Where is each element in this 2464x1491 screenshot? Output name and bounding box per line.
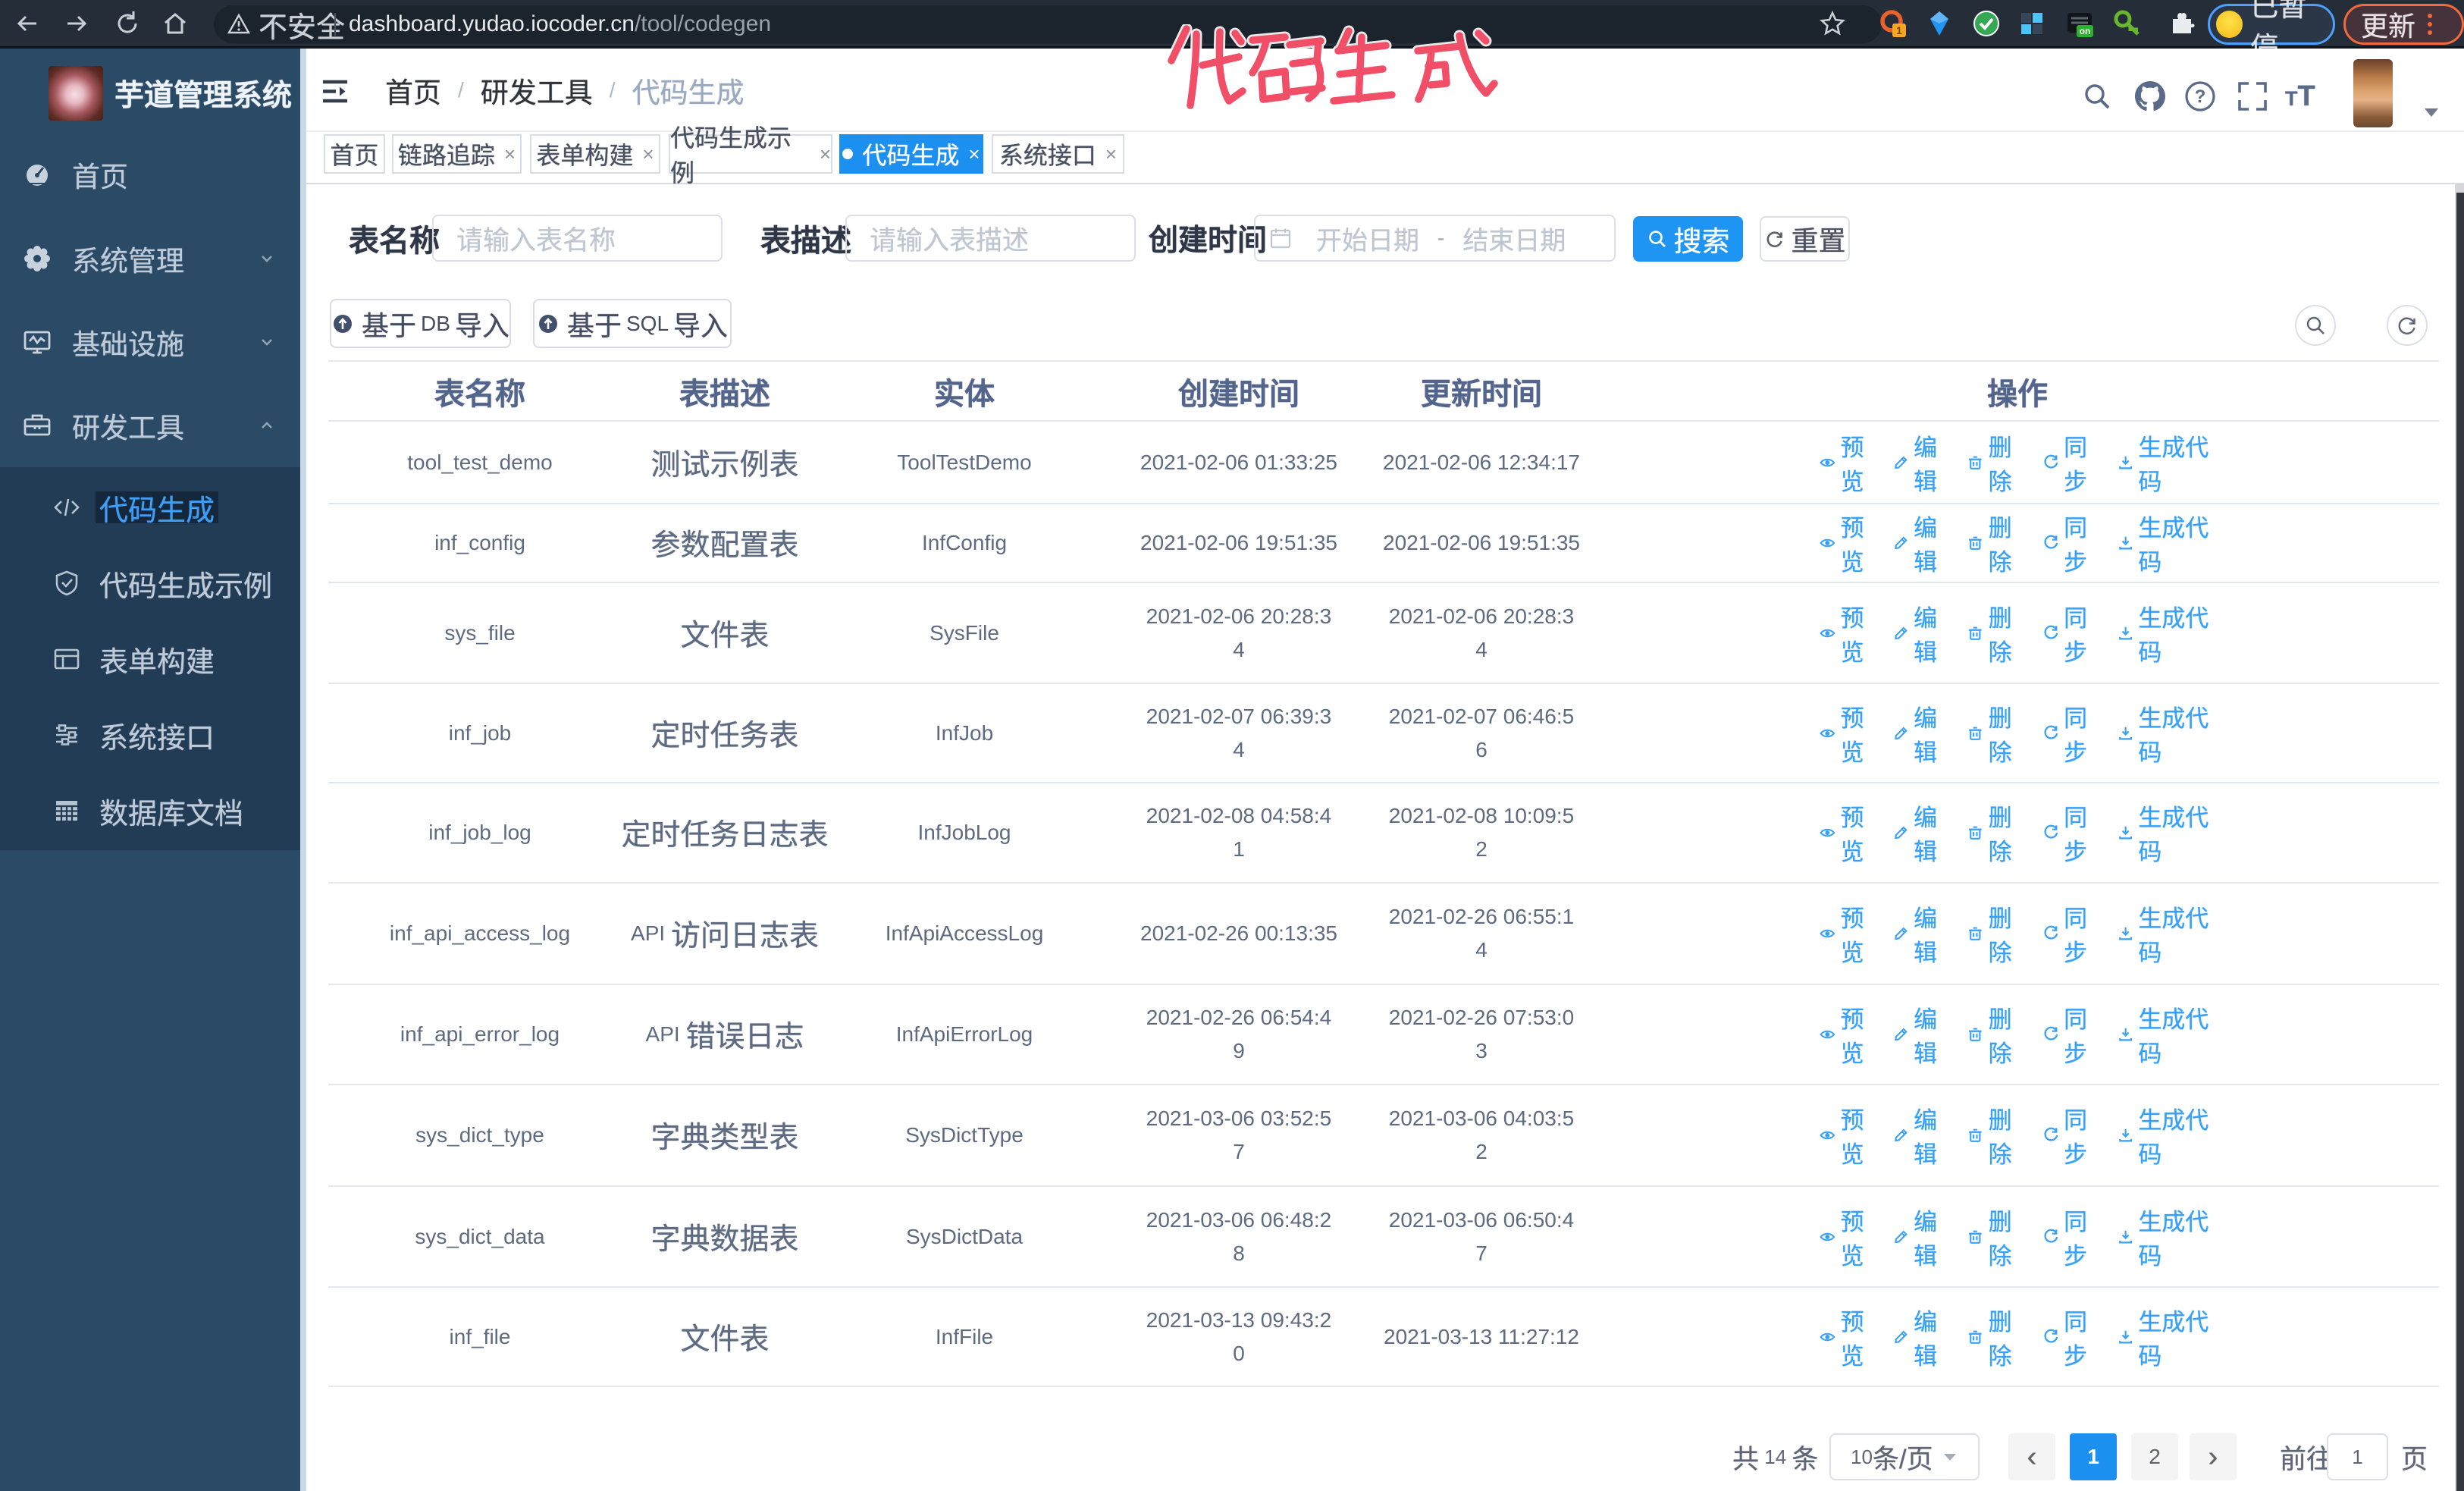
svg-text:1: 1 [1896, 24, 1902, 36]
svg-text:?: ? [2195, 86, 2206, 107]
svg-text:on: on [2080, 26, 2091, 36]
